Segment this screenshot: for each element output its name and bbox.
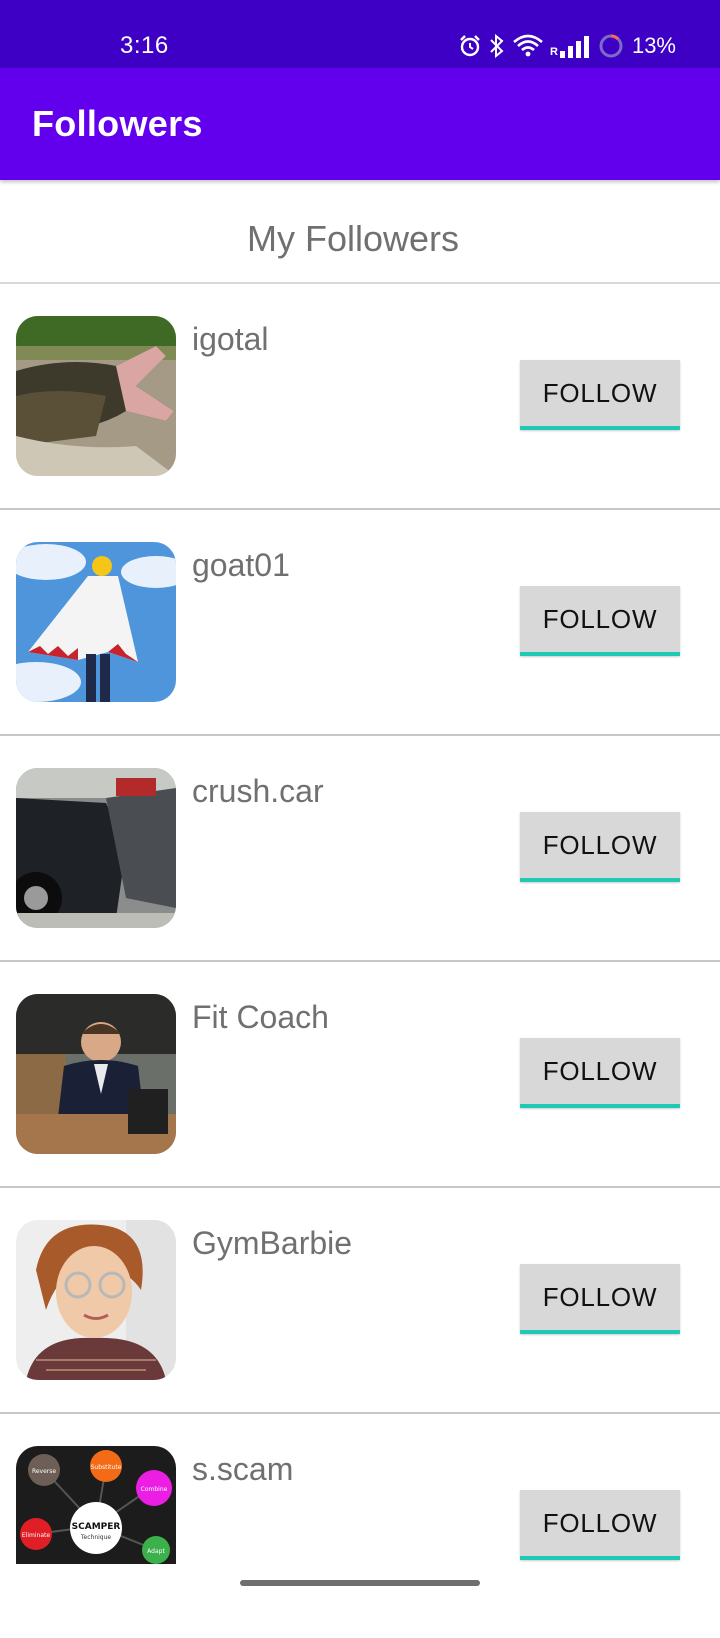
signal-icon: R [550,34,592,58]
follower-username: goat01 [192,547,290,583]
wifi-icon [512,34,544,58]
follow-button[interactable]: FOLLOW [520,1264,680,1334]
scamper-node-label: Eliminate [22,1532,50,1539]
battery-percent: 13% [631,33,676,58]
app-title: Followers [32,103,203,144]
scamper-center-title: SCAMPER [72,1522,121,1532]
scamper-node-label: Combine [141,1486,168,1493]
follow-button[interactable]: FOLLOW [520,1490,680,1560]
anime-cloak-figure [16,542,176,702]
avatar[interactable] [16,542,176,702]
scamper-diagram: Reverse Substitute Combine Adapt Elimina… [16,1446,176,1564]
follower-row: igotal FOLLOW [0,284,720,510]
follower-row: Fit Coach FOLLOW [0,962,720,1188]
scamper-node-label: Substitute [91,1464,122,1471]
avatar[interactable] [16,994,176,1154]
app-bar: Followers [0,68,720,180]
avatar[interactable]: Reverse Substitute Combine Adapt Elimina… [16,1446,176,1564]
status-bar: 3:16 R 13% [0,0,720,68]
follower-row: crush.car FOLLOW [0,736,720,962]
follower-username: igotal [192,321,269,357]
network-type-label: R [550,46,558,58]
scamper-center-subtitle: Technique [80,1534,112,1541]
car-crash-photo [16,768,176,928]
coach-photo [16,994,176,1154]
follower-row: GymBarbie FOLLOW [0,1188,720,1414]
woman-portrait [16,1220,176,1380]
follower-row: Reverse Substitute Combine Adapt Elimina… [0,1414,720,1638]
section-header: My Followers [0,182,720,284]
follow-button[interactable]: FOLLOW [520,360,680,430]
battery-saver-icon [598,33,624,59]
followers-list: igotal FOLLOW goat01 FOLLOW crush.car FO… [0,284,720,1638]
section-title: My Followers [246,218,460,259]
avatar[interactable] [16,1220,176,1380]
follower-username: s.scam [192,1451,294,1487]
alligator-photo [16,316,176,476]
follower-row: goat01 FOLLOW [0,510,720,736]
avatar[interactable] [16,316,176,476]
scamper-node-label: Adapt [147,1548,165,1555]
follow-button[interactable]: FOLLOW [520,1038,680,1108]
follower-username: Fit Coach [192,999,329,1035]
gesture-nav-handle[interactable] [240,1580,480,1586]
follow-button[interactable]: FOLLOW [520,586,680,656]
scamper-node-label: Reverse [32,1468,56,1475]
bluetooth-icon [488,33,506,59]
avatar[interactable] [16,768,176,928]
follower-username: GymBarbie [192,1225,353,1261]
follow-button[interactable]: FOLLOW [520,812,680,882]
follower-username: crush.car [192,773,324,809]
alarm-icon [458,34,482,58]
status-icons: R 13% [458,31,676,61]
status-time: 3:16 [120,32,169,59]
